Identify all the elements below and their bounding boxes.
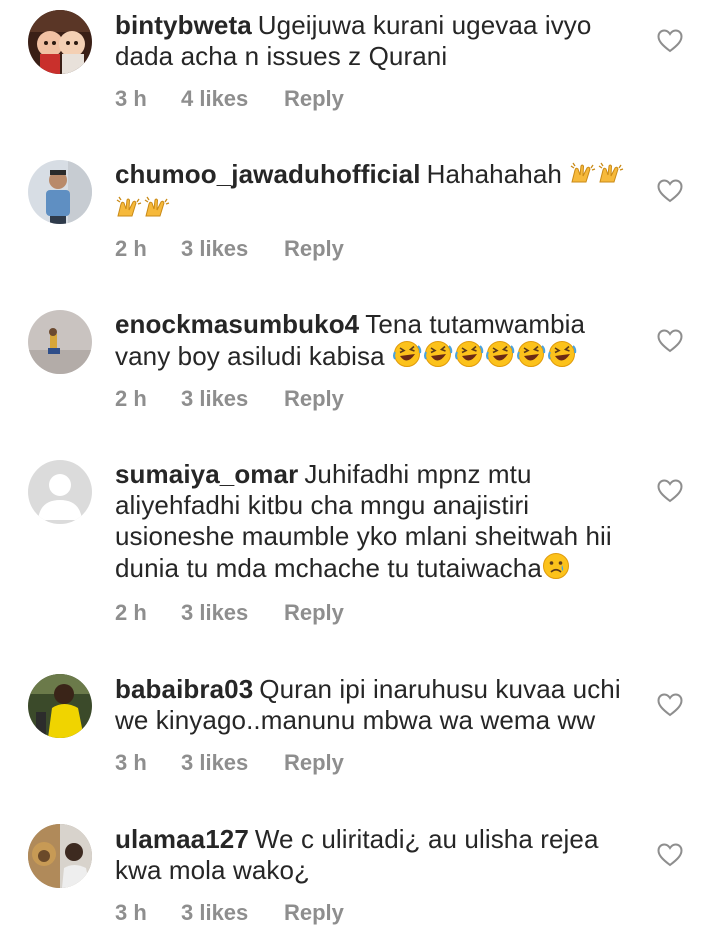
comment-likes[interactable]: 4 likes — [181, 86, 284, 112]
rolling-laughing-emoji — [547, 340, 577, 375]
comment-username[interactable]: sumaiya_omar — [115, 459, 298, 489]
like-heart-icon[interactable] — [657, 843, 683, 867]
reply-button[interactable]: Reply — [284, 750, 344, 776]
comment-username[interactable]: enockmasumbuko4 — [115, 309, 359, 339]
comment-time: 2 h — [115, 600, 147, 625]
comment-meta: 3 h 4 likes Reply — [115, 86, 344, 112]
reply-button[interactable]: Reply — [284, 600, 344, 626]
rolling-laughing-emoji — [485, 340, 515, 375]
comment-likes[interactable]: 3 likes — [181, 236, 284, 262]
comment-time: 3 h — [115, 86, 147, 111]
like-heart-icon[interactable] — [657, 29, 683, 53]
comment-likes[interactable]: 3 likes — [181, 600, 284, 626]
default-avatar-icon[interactable] — [28, 460, 92, 524]
comment-likes[interactable]: 3 likes — [181, 900, 284, 926]
like-heart-icon[interactable] — [657, 479, 683, 503]
reply-button[interactable]: Reply — [284, 386, 344, 412]
comment-time: 2 h — [115, 236, 147, 261]
rolling-laughing-emoji — [392, 340, 422, 375]
raising-hands-emoji — [597, 162, 624, 193]
like-heart-icon[interactable] — [657, 329, 683, 353]
avatar-chumoo-jawaduhofficial[interactable] — [28, 160, 92, 224]
rolling-laughing-emoji — [423, 340, 453, 375]
raising-hands-emoji — [115, 196, 142, 227]
reply-button[interactable]: Reply — [284, 86, 344, 112]
avatar-enockmasumbuko4[interactable] — [28, 310, 92, 374]
raising-hands-emoji — [569, 162, 596, 193]
comment-text: babaibra03 Quran ipi inaruhusu kuvaa uchi… — [115, 674, 645, 736]
comment-text: sumaiya_omar Juhifadhi mpnz mtu aliyehfad… — [115, 459, 645, 587]
comment-text: chumoo_jawaduhofficial Hahahahah — [115, 159, 645, 227]
comment-username[interactable]: chumoo_jawaduhofficial — [115, 159, 421, 189]
comment-meta: 2 h 3 likes Reply — [115, 236, 344, 262]
reply-button[interactable]: Reply — [284, 236, 344, 262]
comment-likes[interactable]: 3 likes — [181, 750, 284, 776]
like-heart-icon[interactable] — [657, 179, 683, 203]
comment-time: 3 h — [115, 900, 147, 925]
comment-time: 2 h — [115, 386, 147, 411]
like-heart-icon[interactable] — [657, 693, 683, 717]
comment-username[interactable]: ulamaa127 — [115, 824, 249, 854]
comment-meta: 3 h 3 likes Reply — [115, 750, 344, 776]
comment-meta: 2 h 3 likes Reply — [115, 600, 344, 626]
avatar-bintybweta[interactable] — [28, 10, 92, 74]
rolling-laughing-emoji — [454, 340, 484, 375]
comment-time: 3 h — [115, 750, 147, 775]
avatar-ulamaa127[interactable] — [28, 824, 92, 888]
avatar-babaibra03[interactable] — [28, 674, 92, 738]
comment-text: bintybweta Ugeijuwa kurani ugevaa ivyo da… — [115, 10, 645, 72]
rolling-laughing-emoji — [516, 340, 546, 375]
comment-likes[interactable]: 3 likes — [181, 386, 284, 412]
comment-username[interactable]: bintybweta — [115, 10, 252, 40]
comment-body: Hahahahah — [426, 159, 562, 189]
comment-meta: 2 h 3 likes Reply — [115, 386, 344, 412]
comment-meta: 3 h 3 likes Reply — [115, 900, 344, 926]
comment-text: ulamaa127 We c uliritadi¿ au ulisha rejea… — [115, 824, 645, 886]
comment-username[interactable]: babaibra03 — [115, 674, 253, 704]
reply-button[interactable]: Reply — [284, 900, 344, 926]
comment-text: enockmasumbuko4 Tena tutamwambia vany boy… — [115, 309, 645, 375]
raising-hands-emoji — [143, 196, 170, 227]
crying-emoji — [542, 552, 570, 587]
